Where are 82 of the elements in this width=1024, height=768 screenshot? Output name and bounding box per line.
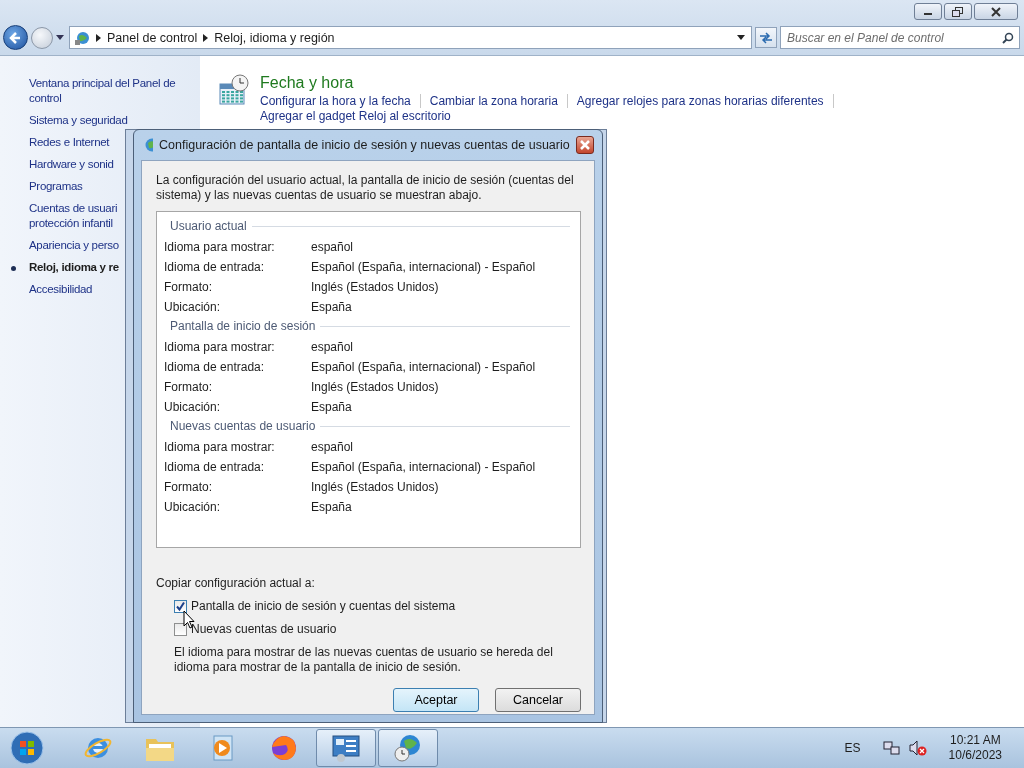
category-title[interactable]: Fecha y hora [260, 74, 910, 92]
setting-value: Inglés (Estados Unidos) [311, 380, 439, 394]
close-button[interactable] [575, 136, 594, 154]
setting-label: Ubicación: [164, 300, 222, 314]
sidebar-link[interactable]: Accesibilidad [29, 282, 93, 297]
clock-date[interactable]: 10/6/2023 [948, 748, 1002, 763]
refresh-button[interactable] [755, 27, 777, 48]
setting-label: Formato: [164, 280, 213, 294]
task-link[interactable]: Configurar la hora y la fecha [260, 94, 421, 108]
breadcrumb[interactable]: Reloj, idioma y región [214, 30, 335, 45]
intro-text: La configuración del usuario actual, la pantalla de inicio de sesión (cuentas del sistema) y las nuevas cuentas de usuario se muestran abajo. [156, 173, 575, 203]
dropdown-icon[interactable] [737, 35, 745, 40]
control-panel-icon [330, 733, 362, 763]
setting-label: Idioma de entrada: [164, 360, 266, 374]
setting-value: Español (España, internacional) - Español [311, 260, 536, 274]
dialog-button[interactable]: Cancelar [495, 688, 581, 712]
muted-speaker-icon[interactable] [908, 740, 927, 756]
sidebar-link[interactable]: Sistema y seguridad [29, 113, 128, 128]
close-icon [578, 140, 591, 150]
language-indicator[interactable]: ES [844, 741, 861, 755]
sidebar-link[interactable]: Cuentas de usuari protección infantil [29, 201, 118, 231]
taskbar-button[interactable] [378, 729, 438, 767]
refresh-icon [759, 31, 773, 44]
setting-label: Formato: [164, 380, 213, 394]
sidebar-link[interactable]: Redes e Internet [29, 135, 110, 150]
checkbox[interactable] [174, 599, 187, 613]
setting-value: Español (España, internacional) - Español [311, 360, 536, 374]
setting-value: Español (España, internacional) - Español [311, 460, 536, 474]
setting-label: Idioma de entrada: [164, 260, 266, 274]
setting-value: español [311, 340, 354, 354]
default-button[interactable]: Aceptar [393, 688, 479, 712]
setting-value: España [311, 400, 352, 414]
close-button[interactable] [974, 3, 1018, 20]
task-link[interactable]: Cambiar la zona horaria [429, 94, 568, 108]
address-bar[interactable]: Panel de control Reloj, idioma y región [69, 26, 752, 49]
group-heading: Usuario actual [170, 219, 247, 233]
back-button[interactable] [3, 25, 28, 50]
restore-button[interactable] [944, 3, 972, 20]
history-dropdown-icon[interactable] [56, 35, 64, 40]
control-panel-icon [74, 29, 90, 46]
group-heading: Pantalla de inicio de sesión [170, 319, 316, 333]
setting-value: Inglés (Estados Unidos) [311, 480, 439, 494]
breadcrumb[interactable]: Panel de control [107, 30, 198, 45]
close-icon [990, 6, 1002, 17]
fox-globe-icon [269, 733, 299, 763]
network-icon[interactable] [882, 740, 901, 756]
sidebar-link[interactable]: Reloj, idioma y re [29, 260, 119, 275]
chevron-icon [203, 33, 209, 42]
setting-label: Formato: [164, 480, 213, 494]
clock-time[interactable]: 10:21 AM [949, 733, 1001, 748]
sidebar-link[interactable]: Hardware y sonid [29, 157, 114, 172]
globe-icon [144, 137, 153, 153]
sidebar-link[interactable]: Programas [29, 179, 83, 194]
group-heading: Nuevas cuentas de usuario [170, 419, 316, 433]
dialog-title: Configuración de pantalla de inicio de sesión y nuevas cuentas de usuario [159, 138, 570, 152]
taskbar-button[interactable] [316, 729, 376, 767]
sidebar-link[interactable]: Apariencia y perso [29, 238, 119, 253]
setting-label: Idioma para mostrar: [164, 240, 276, 254]
setting-value: Inglés (Estados Unidos) [311, 280, 439, 294]
setting-value: España [311, 500, 352, 514]
setting-label: Ubicación: [164, 400, 222, 414]
setting-value: español [311, 240, 354, 254]
minimize-button[interactable] [914, 3, 942, 20]
chevron-icon [96, 33, 101, 42]
setting-label: Idioma para mostrar: [164, 440, 276, 454]
note-text: El idioma para mostrar de las nuevas cuentas de usuario se hereda del idioma para mostrar de la pantalla de inicio de sesión. [174, 645, 554, 675]
setting-value: España [311, 300, 352, 314]
checkbox[interactable] [174, 622, 187, 636]
copy-label: Copiar configuración actual a: [156, 576, 316, 590]
setting-label: Ubicación: [164, 500, 222, 514]
sidebar-link[interactable]: Ventana principal del Panel de control [29, 76, 176, 106]
task-link[interactable]: Agregar relojes para zonas horarias diferentes [576, 94, 834, 108]
search-icon[interactable] [1002, 32, 1014, 44]
checkbox-label[interactable]: Pantalla de inicio de sesión y cuentas del sistema [191, 599, 456, 613]
search-field[interactable]: Buscar en el Panel de control [780, 26, 1020, 49]
checkbox-label[interactable]: Nuevas cuentas de usuario [191, 622, 337, 636]
setting-label: Idioma para mostrar: [164, 340, 276, 354]
calendar-clock-icon [218, 74, 250, 106]
task-link[interactable]: Agregar el gadget Reloj al escritorio [260, 109, 460, 123]
restore-icon [952, 6, 964, 17]
setting-label: Idioma de entrada: [164, 460, 266, 474]
setting-value: español [311, 440, 354, 454]
